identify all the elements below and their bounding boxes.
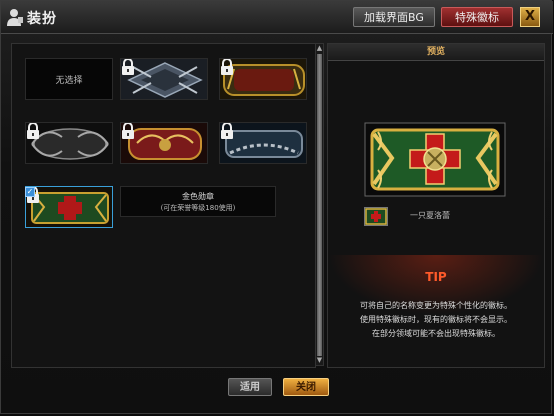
- loading-bg-button[interactable]: 加载界面BG: [353, 7, 435, 27]
- scroll-thumb[interactable]: [317, 54, 322, 356]
- preview-header: 预览: [328, 44, 544, 61]
- tip-line: 可将自己的名称变更为特殊个性化的徽标。: [360, 301, 512, 310]
- badge-option-silver-eagle[interactable]: [120, 58, 208, 100]
- special-badge-button[interactable]: 特殊徽标: [441, 7, 513, 27]
- lock-icon: [27, 123, 39, 139]
- badge-option-iron-cross-gold[interactable]: [25, 186, 113, 228]
- scroll-up-arrow-icon[interactable]: ▲: [316, 44, 323, 53]
- badge-option-steel-chain[interactable]: [219, 122, 307, 164]
- preview-player-name: 一只夏洛蕾: [410, 211, 450, 220]
- lock-icon: [122, 59, 134, 75]
- preview-badge-image: [364, 122, 506, 197]
- preview-badge-thumbnail: [364, 207, 388, 226]
- tip-line: 在部分领域可能不会出现特殊徽标。: [372, 329, 500, 338]
- badge-option-none[interactable]: 无选择: [25, 58, 113, 100]
- tip-line: 使用特殊徽标时，现有的徽标将不会显示。: [360, 315, 512, 324]
- badge-option-red-winged[interactable]: [120, 122, 208, 164]
- lock-icon: [221, 123, 233, 139]
- costume-window: 装扮 加载界面BG 特殊徽标 X 无选择 ✓ 金色勋章 (可在荣誉等级180使用…: [0, 0, 553, 414]
- badge-list-scrollbar[interactable]: ▲ ▼: [315, 43, 324, 366]
- badge-option-dark-tribal[interactable]: [25, 122, 113, 164]
- selected-badge-requirement: (可在荣誉等级180使用): [160, 204, 236, 212]
- apply-button[interactable]: 适用: [228, 378, 272, 396]
- close-window-button[interactable]: X: [520, 7, 540, 27]
- selected-badge-name: 金色勋章: [182, 192, 214, 201]
- scroll-down-arrow-icon[interactable]: ▼: [316, 356, 323, 365]
- title-bar: 装扮 加载界面BG 特殊徽标 X: [1, 1, 553, 34]
- close-button[interactable]: 关闭: [283, 378, 329, 396]
- none-label: 无选择: [55, 76, 83, 86]
- tip-title: TIP: [425, 270, 447, 284]
- window-title: 装扮: [27, 11, 57, 27]
- user-icon: [7, 9, 23, 26]
- selected-badge-info: 金色勋章 (可在荣誉等级180使用): [120, 186, 276, 217]
- lock-icon: [221, 59, 233, 75]
- preview-panel: 预览 一只夏洛蕾 TIP 可将自己的名称变更为特殊个性化的徽标。 使用特殊徽标时…: [327, 43, 545, 368]
- selected-checkbox[interactable]: ✓: [25, 187, 35, 197]
- badge-option-gold-trophy[interactable]: [219, 58, 307, 100]
- lock-icon: [122, 123, 134, 139]
